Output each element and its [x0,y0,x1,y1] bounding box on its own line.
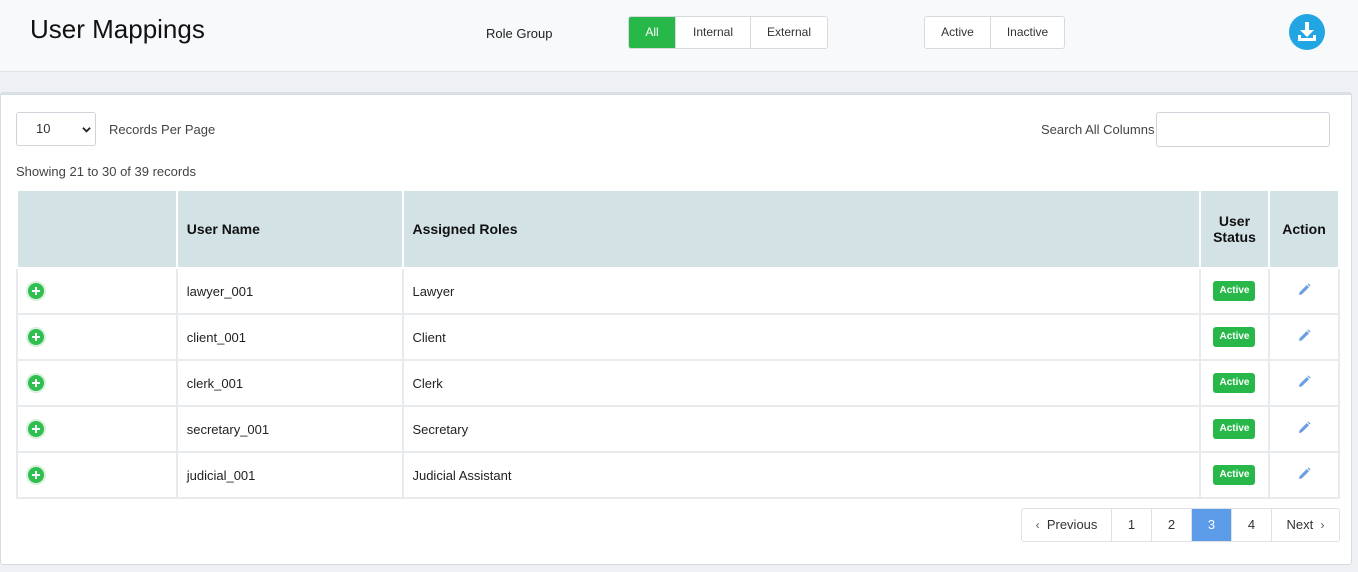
status-badge: Active [1213,465,1256,485]
column-header-expand [16,189,178,269]
column-header-user-name[interactable]: User Name [175,189,405,269]
search-input[interactable] [1156,112,1330,147]
table-row: judicial_001 Judicial Assistant Active [16,451,1341,499]
expand-row-icon[interactable] [28,467,44,483]
user-name-cell: clerk_001 [175,359,405,407]
download-button[interactable] [1289,14,1325,50]
pagination: ‹ Previous 1 2 3 4 Next › [1021,508,1340,542]
pagination-next-label: Next [1286,517,1314,532]
role-filter-all[interactable]: All [629,17,676,48]
records-summary: Showing 21 to 30 of 39 records [16,164,196,179]
status-badge: Active [1213,419,1256,439]
expand-row-icon[interactable] [28,329,44,345]
records-card: 10 Records Per Page Search All Columns S… [0,92,1352,565]
expand-row-icon[interactable] [28,421,44,437]
user-name-cell: judicial_001 [175,451,405,499]
table-row: clerk_001 Clerk Active [16,359,1341,407]
edit-pencil-icon[interactable] [1297,420,1311,438]
column-header-assigned-roles[interactable]: Assigned Roles [402,189,1201,269]
role-group-filter: All Internal External [628,16,828,49]
user-name-cell: lawyer_001 [175,267,405,315]
expand-row-icon[interactable] [28,283,44,299]
edit-pencil-icon[interactable] [1297,328,1311,346]
column-header-user-status-line2: Status [1213,229,1256,245]
assigned-roles-cell: Client [402,313,1201,361]
user-name-cell: secretary_001 [175,405,405,453]
table-row: client_001 Client Active [16,313,1341,361]
assigned-roles-cell: Clerk [402,359,1201,407]
per-page-value: 10 [36,121,51,136]
pagination-page-1[interactable]: 1 [1112,509,1152,541]
edit-pencil-icon[interactable] [1297,282,1311,300]
column-header-user-status[interactable]: User Status [1199,189,1270,269]
table-row: secretary_001 Secretary Active [16,405,1341,453]
pagination-page-4[interactable]: 4 [1232,509,1272,541]
chevron-down-icon [82,127,91,133]
per-page-select[interactable]: 10 [16,112,96,146]
role-filter-internal[interactable]: Internal [676,17,751,48]
table-header-row: User Name Assigned Roles User Status Act… [16,189,1341,269]
column-header-action: Action [1267,189,1341,269]
download-icon [1298,22,1316,41]
assigned-roles-cell: Lawyer [402,267,1201,315]
page-title: User Mappings [30,14,205,44]
assigned-roles-cell: Secretary [402,405,1201,453]
user-mappings-table: User Name Assigned Roles User Status Act… [16,189,1341,499]
role-filter-external[interactable]: External [751,17,827,48]
pagination-previous-label: Previous [1046,517,1098,532]
status-filter-active[interactable]: Active [925,17,991,48]
pagination-previous[interactable]: ‹ Previous [1022,509,1112,541]
status-filter: Active Inactive [924,16,1065,49]
pagination-page-2[interactable]: 2 [1152,509,1192,541]
assigned-roles-cell: Judicial Assistant [402,451,1201,499]
status-badge: Active [1213,327,1256,347]
edit-pencil-icon[interactable] [1297,374,1311,392]
edit-pencil-icon[interactable] [1297,466,1311,484]
column-header-user-status-line1: User [1218,213,1251,229]
table-row: lawyer_001 Lawyer Active [16,267,1341,315]
status-badge: Active [1213,373,1256,393]
chevron-right-icon: › [1320,518,1325,532]
status-badge: Active [1213,281,1256,301]
page-header: User Mappings Role Group All Internal Ex… [0,0,1358,72]
pagination-page-3[interactable]: 3 [1192,509,1232,541]
expand-row-icon[interactable] [28,375,44,391]
per-page-label: Records Per Page [109,122,216,137]
search-label: Search All Columns [1041,122,1155,137]
user-name-cell: client_001 [175,313,405,361]
pagination-next[interactable]: Next › [1272,509,1339,541]
chevron-left-icon: ‹ [1035,518,1040,532]
status-filter-inactive[interactable]: Inactive [991,17,1064,48]
role-group-label: Role Group [486,26,553,41]
